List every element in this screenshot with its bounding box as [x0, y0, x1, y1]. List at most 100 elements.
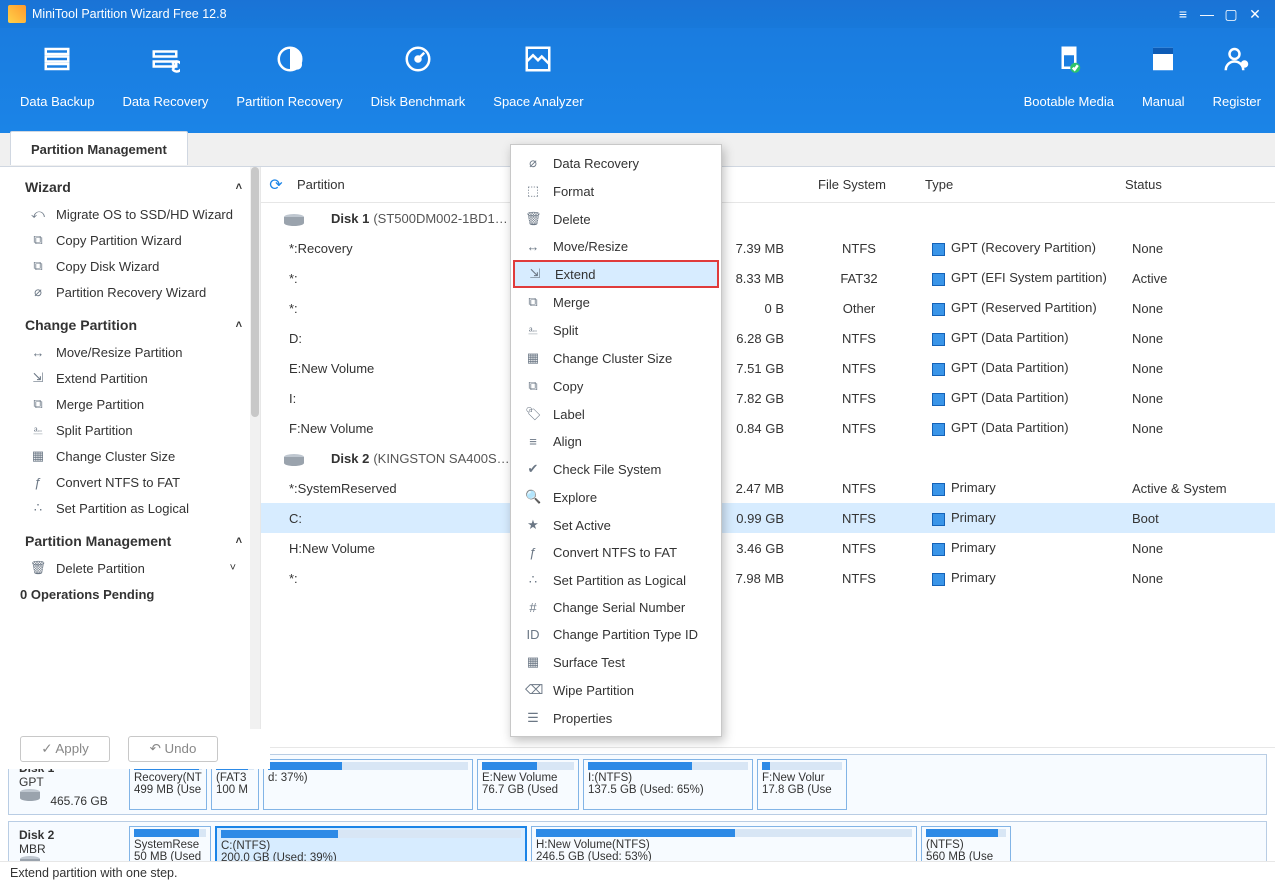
ctx-item-align[interactable]: ≡Align: [511, 428, 721, 455]
minimize-button[interactable]: ―: [1195, 5, 1219, 23]
app-logo-icon: [8, 5, 26, 23]
sidebar-item[interactable]: ⇲Extend Partition: [0, 365, 260, 391]
col-status[interactable]: Status: [1125, 177, 1245, 192]
col-file-system[interactable]: File System: [787, 177, 917, 192]
sidebar-item-icon: ⌀: [30, 284, 46, 300]
refresh-icon[interactable]: ⟳: [261, 175, 291, 195]
ctx-item-change-cluster-size[interactable]: ▦Change Cluster Size: [511, 344, 721, 372]
partition-type: GPT (Recovery Partition): [924, 240, 1132, 255]
partition-fs: NTFS: [794, 391, 924, 406]
ctx-item-check-file-system[interactable]: ✔Check File System: [511, 455, 721, 483]
tab-partition-management[interactable]: Partition Management: [10, 131, 188, 165]
ribbon-data-backup[interactable]: Data Backup: [6, 28, 108, 137]
ctx-item-surface-test[interactable]: ▦Surface Test: [511, 648, 721, 676]
sidebar-scrollbar[interactable]: [250, 167, 260, 747]
partition-type: Primary: [924, 480, 1132, 495]
ctx-item-format[interactable]: ⬚Format: [511, 177, 721, 205]
ctx-item-delete[interactable]: 🗑Delete: [511, 205, 721, 233]
ctx-item-data-recovery[interactable]: ⌀Data Recovery: [511, 149, 721, 177]
col-partition[interactable]: Partition: [291, 177, 497, 192]
ctx-item-copy[interactable]: ⧉Copy: [511, 372, 721, 400]
ctx-item-properties[interactable]: ☰Properties: [511, 704, 721, 732]
ctx-item-merge[interactable]: ⧉Merge: [511, 288, 721, 316]
sidebar-item-icon: 🗑: [30, 560, 46, 576]
ctx-item-change-partition-type-id[interactable]: IDChange Partition Type ID: [511, 621, 721, 648]
disk-map-partition[interactable]: I:(NTFS)137.5 GB (Used: 65%): [583, 759, 753, 810]
ctx-item-change-serial-number[interactable]: #Change Serial Number: [511, 594, 721, 621]
sidebar-item[interactable]: ↔Move/Resize Partition: [0, 339, 260, 365]
partition-row[interactable]: H:New Volume 3.46 GB NTFS Primary None: [261, 533, 1275, 563]
sidebar-item-icon: ⇲: [30, 370, 46, 386]
col-type[interactable]: Type: [917, 177, 1125, 192]
partition-row[interactable]: I: 7.82 GB NTFS GPT (Data Partition) Non…: [261, 383, 1275, 413]
partition-row[interactable]: D: 6.28 GB NTFS GPT (Data Partition) Non…: [261, 323, 1275, 353]
sidebar-item[interactable]: ⧉Copy Disk Wizard: [0, 253, 260, 279]
partition-row[interactable]: F:New Volume 0.84 GB NTFS GPT (Data Part…: [261, 413, 1275, 443]
sidebar-item[interactable]: ▦Change Cluster Size: [0, 443, 260, 469]
maximize-button[interactable]: ▢: [1219, 5, 1243, 23]
ribbon-bootable-media[interactable]: Bootable Media: [1010, 28, 1128, 137]
disk-map-partition[interactable]: d: 37%): [263, 759, 473, 810]
ribbon-disk-benchmark[interactable]: Disk Benchmark: [357, 28, 480, 137]
ribbon-data-recovery[interactable]: Data Recovery: [108, 28, 222, 137]
sidebar-item[interactable]: ∴Set Partition as Logical: [0, 495, 260, 521]
ctx-item-icon: ⎁: [525, 322, 541, 338]
sidebar-item[interactable]: 🗑Delete Partition˅: [0, 555, 260, 581]
sidebar-item[interactable]: ƒConvert NTFS to FAT: [0, 469, 260, 495]
sidebar-item-icon: ⎁: [30, 422, 46, 438]
sidebar-item[interactable]: ⧉Merge Partition: [0, 391, 260, 417]
ctx-item-explore[interactable]: 🔍Explore: [511, 483, 721, 511]
undo-button[interactable]: ↶ Undo: [128, 736, 218, 762]
sidebar-section-header[interactable]: Partition Management˄: [0, 521, 260, 555]
ctx-item-move-resize[interactable]: ↔Move/Resize: [511, 233, 721, 260]
partition-type: GPT (EFI System partition): [924, 270, 1132, 285]
ctx-item-set-partition-as-logical[interactable]: ∴Set Partition as Logical: [511, 566, 721, 594]
partition-row[interactable]: C: 0.99 GB NTFS Primary Boot: [261, 503, 1275, 533]
sidebar-section-header[interactable]: Change Partition˄: [0, 305, 260, 339]
partition-row[interactable]: *: 8.33 MB FAT32 GPT (EFI System partiti…: [261, 263, 1275, 293]
sidebar-item[interactable]: ⧉Copy Partition Wizard: [0, 227, 260, 253]
partition-row[interactable]: *: 7.98 MB NTFS Primary None: [261, 563, 1275, 593]
partition-status: Boot: [1132, 511, 1252, 526]
ribbon-partition-recovery[interactable]: Partition Recovery: [222, 28, 356, 137]
partition-name: I:: [261, 391, 524, 406]
sidebar-item[interactable]: ⎁Split Partition: [0, 417, 260, 443]
partition-row[interactable]: E:New Volume 7.51 GB NTFS GPT (Data Part…: [261, 353, 1275, 383]
ribbon-space-analyzer[interactable]: Space Analyzer: [479, 28, 597, 137]
disk-header-row[interactable]: Disk 1 (ST500DM002-1BD1…: [261, 203, 1275, 233]
ctx-item-wipe-partition[interactable]: ⌫Wipe Partition: [511, 676, 721, 704]
apply-button[interactable]: ✓ Apply: [20, 736, 110, 762]
ctx-item-set-active[interactable]: ★Set Active: [511, 511, 721, 539]
sidebar-item-icon: ⤺: [30, 206, 46, 222]
close-button[interactable]: ✕: [1243, 5, 1267, 23]
sidebar-section-header[interactable]: Wizard˄: [0, 167, 260, 201]
ctx-item-split[interactable]: ⎁Split: [511, 316, 721, 344]
data-backup-icon: [40, 42, 74, 76]
partition-status: None: [1132, 421, 1252, 436]
ctx-item-label[interactable]: 🏷Label: [511, 400, 721, 428]
partition-row[interactable]: *: 0 B Other GPT (Reserved Partition) No…: [261, 293, 1275, 323]
ctx-item-icon: 🗑: [525, 211, 541, 227]
partition-name: *:: [261, 301, 524, 316]
ribbon-toolbar: Data BackupData RecoveryPartition Recove…: [0, 28, 1275, 133]
sidebar-item[interactable]: ⌀Partition Recovery Wizard: [0, 279, 260, 305]
ctx-item-convert-ntfs-to-fat[interactable]: ƒConvert NTFS to FAT: [511, 539, 721, 566]
ctx-item-icon: ⬚: [525, 183, 541, 199]
disk-map-partition[interactable]: E:New Volume76.7 GB (Used: [477, 759, 579, 810]
sidebar-item[interactable]: ⤺Migrate OS to SSD/HD Wizard: [0, 201, 260, 227]
menu-icon[interactable]: ≡: [1171, 5, 1195, 23]
ctx-item-icon: 🏷: [525, 406, 541, 422]
scroll-thumb[interactable]: [251, 167, 259, 417]
disk-map-partition[interactable]: F:New Volur17.8 GB (Use: [757, 759, 847, 810]
disk-header-row[interactable]: Disk 2 (KINGSTON SA400S…: [261, 443, 1275, 473]
partition-row[interactable]: *:SystemReserved 2.47 MB NTFS Primary Ac…: [261, 473, 1275, 503]
partition-fs: NTFS: [794, 361, 924, 376]
type-color-swatch: [932, 483, 945, 496]
type-color-swatch: [932, 543, 945, 556]
partition-row[interactable]: *:Recovery 7.39 MB NTFS GPT (Recovery Pa…: [261, 233, 1275, 263]
ribbon-register[interactable]: Register: [1199, 28, 1275, 137]
ctx-item-extend[interactable]: ⇲Extend: [513, 260, 719, 288]
ribbon-manual[interactable]: Manual: [1128, 28, 1199, 137]
usage-bar: [926, 829, 1006, 837]
bootable-media-icon: [1052, 42, 1086, 76]
